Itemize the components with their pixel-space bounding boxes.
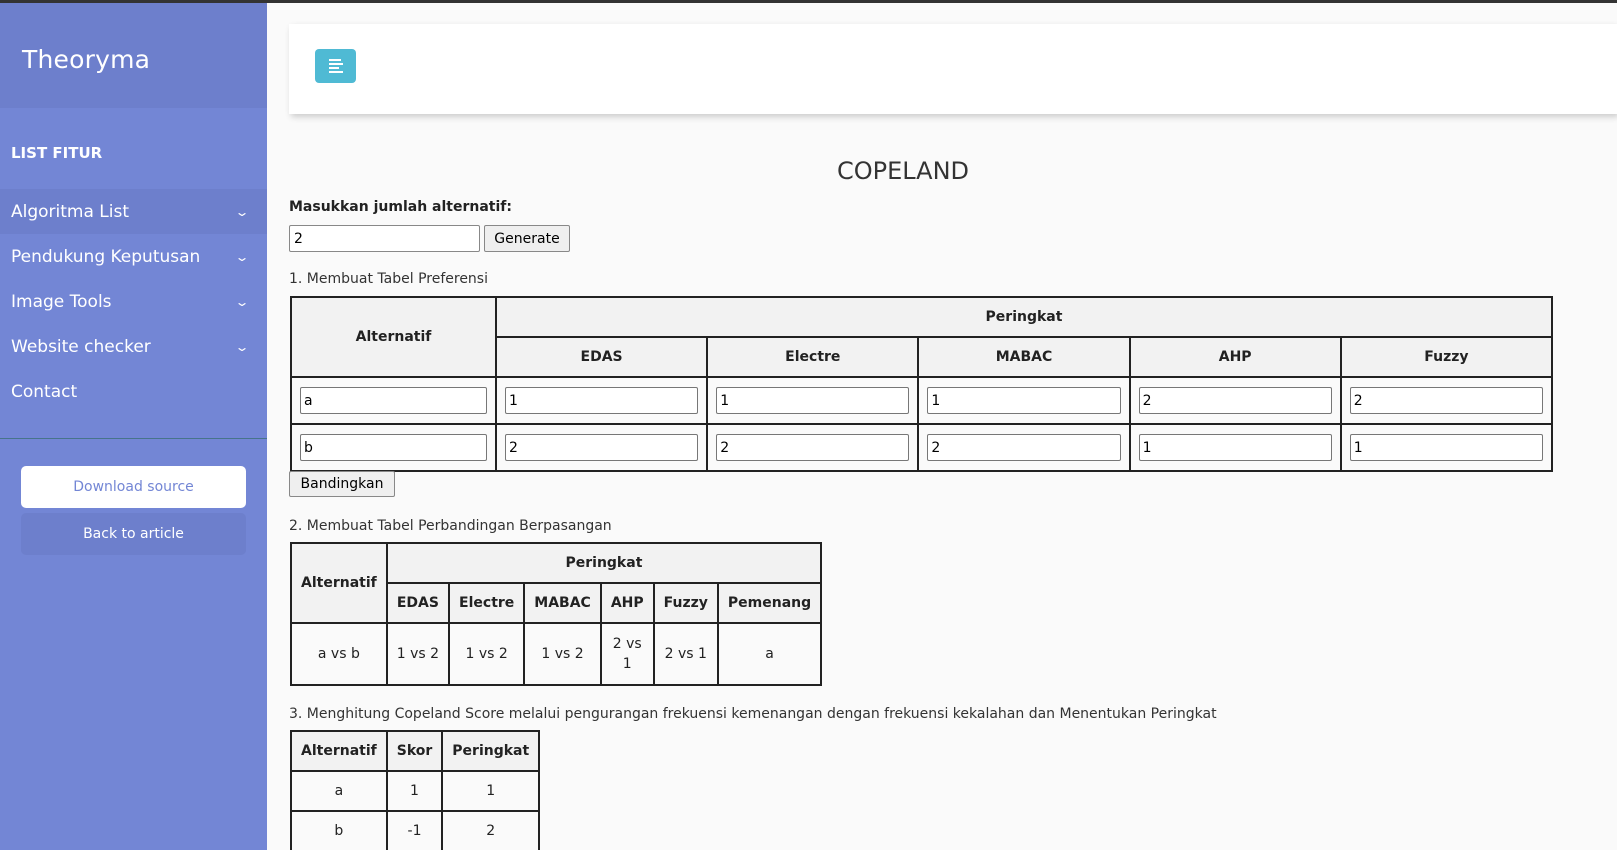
step-2-heading: 2. Membuat Tabel Perbandingan Berpasanga… <box>289 518 612 534</box>
sidebar-item-pendukung-keputusan[interactable]: Pendukung Keputusan ⌄ <box>0 234 267 279</box>
preference-table: Alternatif Peringkat EDAS Electre MABAC … <box>290 296 1554 472</box>
sidebar-divider <box>0 438 267 439</box>
sidebar-item-image-tools[interactable]: Image Tools ⌄ <box>0 279 267 324</box>
step-1-heading: 1. Membuat Tabel Preferensi <box>289 271 488 287</box>
cell-pair: a vs b <box>290 622 388 686</box>
header-edas: EDAS <box>494 336 709 378</box>
pairwise-table: Alternatif Peringkat EDAS Electre MABAC … <box>290 542 823 686</box>
sidebar-item-label: Pendukung Keputusan <box>11 246 201 267</box>
header-peringkat: Peringkat <box>495 296 1553 338</box>
sidebar-item-label: Website checker <box>11 336 151 357</box>
brand-title[interactable]: Theoryma <box>0 3 267 108</box>
back-to-article-button[interactable]: Back to article <box>21 513 246 555</box>
alternative-count-input[interactable] <box>289 225 480 252</box>
chevron-down-icon: ⌄ <box>234 249 250 264</box>
header-alternatif: Alternatif <box>290 730 388 772</box>
align-left-icon <box>328 59 343 73</box>
sidebar-item-label: Algoritma List <box>11 201 130 222</box>
header-skor: Skor <box>385 730 444 772</box>
alternative-name-input[interactable] <box>300 434 487 461</box>
sidebar-item-label: Image Tools <box>11 291 112 312</box>
rank-input-electre[interactable] <box>716 387 910 414</box>
rank-input-fuzzy[interactable] <box>1349 434 1543 461</box>
bandingkan-button[interactable]: Bandingkan <box>289 471 395 497</box>
header-fuzzy: Fuzzy <box>652 582 719 624</box>
sidebar-toggle-button[interactable] <box>315 49 356 83</box>
download-source-button[interactable]: Download source <box>21 466 246 508</box>
list-fitur-heading: LIST FITUR <box>11 144 103 162</box>
cell-pemenang: a <box>716 622 823 686</box>
header-mabac: MABAC <box>917 336 1131 378</box>
chevron-down-icon: ⌄ <box>234 294 250 309</box>
table-row <box>290 423 1554 472</box>
rank-input-mabac[interactable] <box>927 387 1121 414</box>
cell-peringkat: 1 <box>441 770 541 812</box>
table-row: b -1 2 <box>290 810 541 850</box>
cell-peringkat: 2 <box>441 810 541 850</box>
cell-alternatif: b <box>290 810 388 850</box>
table-row: a 1 1 <box>290 770 541 812</box>
sidebar-item-contact[interactable]: Contact <box>0 369 267 414</box>
header-alternatif: Alternatif <box>290 542 388 624</box>
cell-skor: 1 <box>385 770 444 812</box>
header-ahp: AHP <box>1128 336 1342 378</box>
alternative-name-input[interactable] <box>300 387 487 414</box>
rank-input-edas[interactable] <box>505 387 699 414</box>
page-title: COPELAND <box>836 157 970 185</box>
sidebar-item-label: Contact <box>11 381 78 402</box>
chevron-down-icon: ⌄ <box>234 204 250 219</box>
sidebar-item-algoritma-list[interactable]: Algoritma List ⌄ <box>0 189 267 234</box>
cell-electre: 1 vs 2 <box>448 622 526 686</box>
cell-alternatif: a <box>290 770 388 812</box>
rank-input-fuzzy[interactable] <box>1349 387 1543 414</box>
cell-skor: -1 <box>385 810 444 850</box>
header-electre: Electre <box>706 336 920 378</box>
header-electre: Electre <box>448 582 526 624</box>
sidebar: Theoryma LIST FITUR Algoritma List ⌄ Pen… <box>0 3 267 850</box>
chevron-down-icon: ⌄ <box>234 339 250 354</box>
rank-input-ahp[interactable] <box>1138 387 1332 414</box>
table-row <box>290 376 1554 425</box>
top-navbar <box>289 24 1617 114</box>
cell-fuzzy: 2 vs 1 <box>652 622 719 686</box>
header-peringkat: Peringkat <box>385 542 823 584</box>
rank-input-ahp[interactable] <box>1138 434 1332 461</box>
header-fuzzy: Fuzzy <box>1339 336 1554 378</box>
header-edas: EDAS <box>385 582 451 624</box>
header-peringkat: Peringkat <box>441 730 541 772</box>
header-mabac: MABAC <box>523 582 602 624</box>
cell-edas: 1 vs 2 <box>385 622 451 686</box>
cell-ahp: 2 vs 1 <box>599 622 655 686</box>
header-pemenang: Pemenang <box>716 582 823 624</box>
alternative-count-label: Masukkan jumlah alternatif: <box>289 199 512 215</box>
rank-input-electre[interactable] <box>716 434 910 461</box>
rank-input-mabac[interactable] <box>927 434 1121 461</box>
copeland-score-table: Alternatif Skor Peringkat a 1 1 b -1 2 <box>290 730 541 850</box>
cell-mabac: 1 vs 2 <box>523 622 602 686</box>
generate-button[interactable]: Generate <box>484 225 570 252</box>
header-alternatif: Alternatif <box>290 296 497 378</box>
header-ahp: AHP <box>599 582 655 624</box>
step-3-heading: 3. Menghitung Copeland Score melalui pen… <box>289 706 1217 722</box>
rank-input-edas[interactable] <box>505 434 699 461</box>
table-row: a vs b 1 vs 2 1 vs 2 1 vs 2 2 vs 1 2 vs … <box>290 622 823 686</box>
sidebar-item-website-checker[interactable]: Website checker ⌄ <box>0 324 267 369</box>
